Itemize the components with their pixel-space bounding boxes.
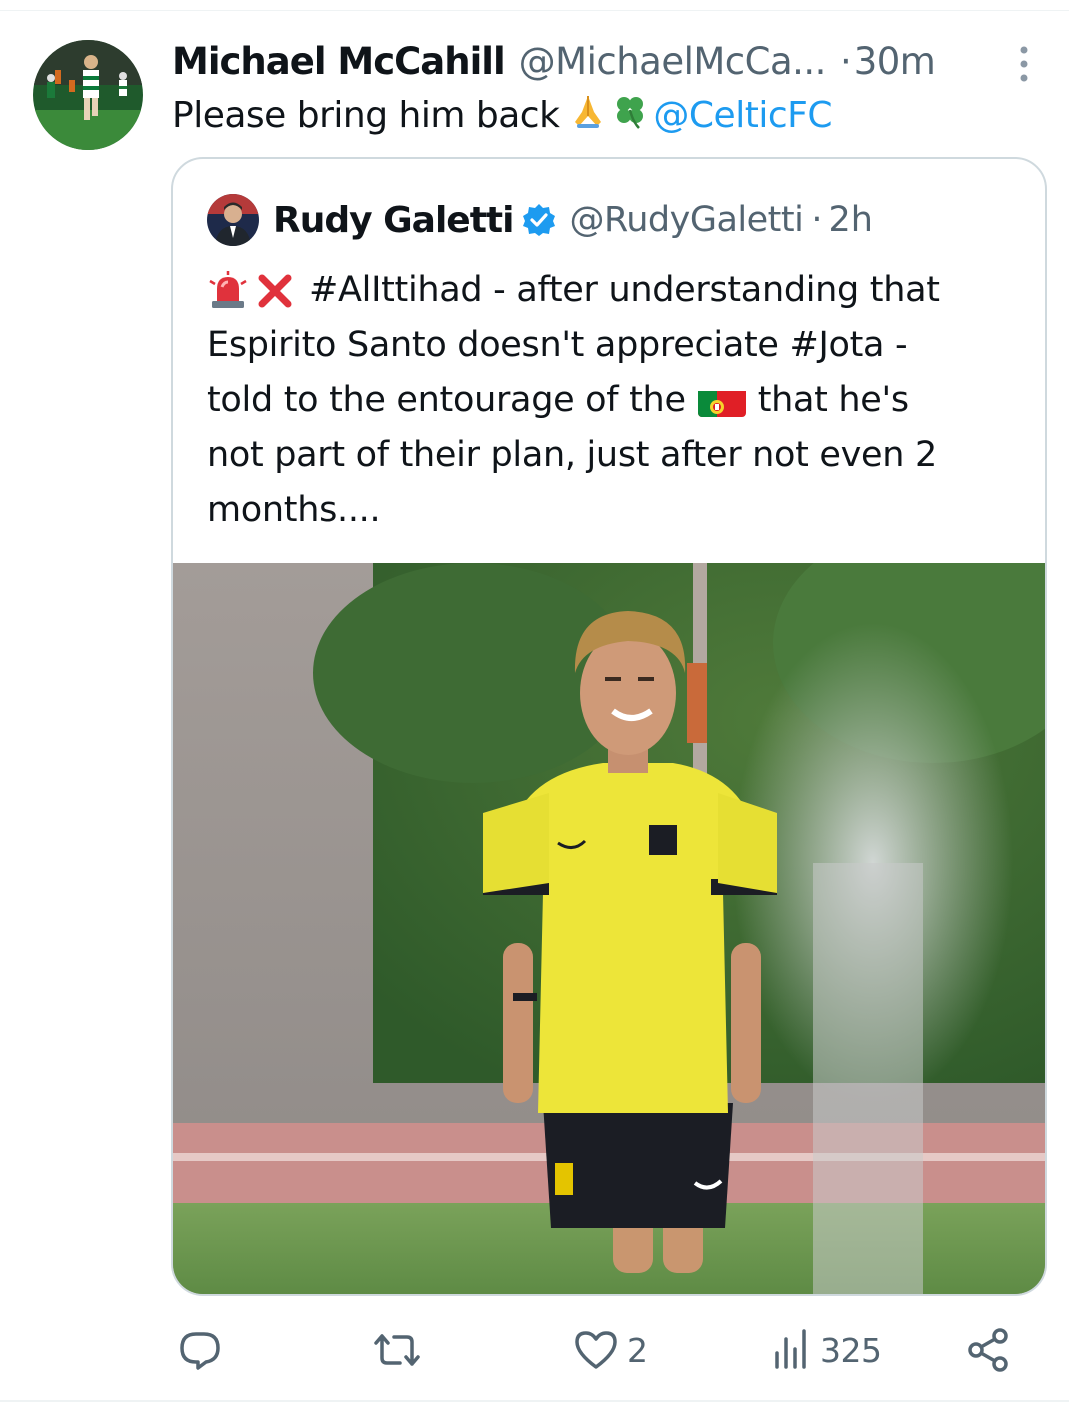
quoted-text-line: months.... (207, 483, 1027, 538)
quoted-tweet-card[interactable]: Rudy Galetti @RudyGaletti · 2h #AlIttiha… (171, 157, 1047, 1296)
four-leaf-clover-icon (611, 92, 649, 139)
share-button[interactable] (966, 1322, 1012, 1378)
quoted-author-avatar[interactable] (207, 194, 259, 246)
quoted-text-line-3: told to the entourage of the (207, 380, 686, 420)
tweet-text: Please bring him back @CelticFC (172, 92, 832, 139)
quoted-text-line-4: not part of their plan, just after not e… (207, 435, 937, 475)
quoted-tweet-header: Rudy Galetti @RudyGaletti · 2h (273, 195, 873, 245)
retweet-icon (374, 1334, 420, 1366)
top-divider (0, 10, 1069, 11)
quoted-text-line-2: Espirito Santo doesn't appreciate #Jota … (207, 325, 908, 365)
like-count: 2 (627, 1330, 648, 1370)
quoted-separator-dot: · (811, 200, 823, 240)
quoted-tweet-timestamp[interactable]: 2h (828, 200, 872, 240)
quoted-tweet-photo[interactable] (173, 563, 1045, 1294)
bottom-divider (0, 1400, 1069, 1402)
author-display-name[interactable]: Michael McCahill (172, 40, 506, 83)
portugal-flag-icon (697, 385, 746, 417)
views-button[interactable]: 325 (772, 1322, 882, 1378)
reply-button[interactable] (176, 1322, 232, 1378)
folded-hands-icon (569, 92, 607, 139)
separator-dot: · (839, 39, 852, 83)
share-icon (968, 1328, 1008, 1372)
heart-icon (575, 1331, 617, 1369)
quoted-tweet-text: #AlIttihad - after understanding that Es… (207, 263, 1027, 538)
rotating-light-icon (207, 270, 249, 311)
quoted-text-line: Espirito Santo doesn't appreciate #Jota … (207, 318, 1027, 373)
quoted-text-line-3b: that he's (757, 380, 909, 420)
tweet-action-bar: 2 325 (0, 1322, 1069, 1378)
tweet-header: Michael McCahill @MichaelMcCa... · 30m (172, 38, 936, 84)
quoted-text-line: not part of their plan, just after not e… (207, 428, 1027, 483)
views-count: 325 (820, 1330, 882, 1370)
quoted-author-display-name[interactable]: Rudy Galetti (273, 200, 514, 241)
like-button[interactable]: 2 (573, 1322, 648, 1378)
retweet-button[interactable] (372, 1322, 430, 1378)
more-options-icon[interactable] (1012, 42, 1036, 86)
reply-icon (180, 1332, 220, 1370)
author-handle[interactable]: @MichaelMcCa... (519, 40, 827, 83)
celticfc-mention-link[interactable]: @CelticFC (653, 95, 832, 136)
views-chart-icon (775, 1329, 806, 1369)
tweet-body-text: Please bring him back (172, 95, 560, 136)
tweet-timestamp[interactable]: 30m (854, 40, 936, 83)
quoted-text-line-1: #AlIttihad - after understanding that (309, 270, 940, 310)
verified-badge-icon (521, 202, 557, 238)
quoted-text-line-5: months.... (207, 490, 381, 530)
author-avatar[interactable] (33, 40, 143, 150)
quoted-author-handle[interactable]: @RudyGaletti (569, 200, 803, 240)
cross-mark-icon (255, 271, 295, 311)
quoted-text-line: #AlIttihad - after understanding that (207, 263, 1027, 318)
quoted-text-line: told to the entourage of the that he's (207, 373, 1027, 428)
